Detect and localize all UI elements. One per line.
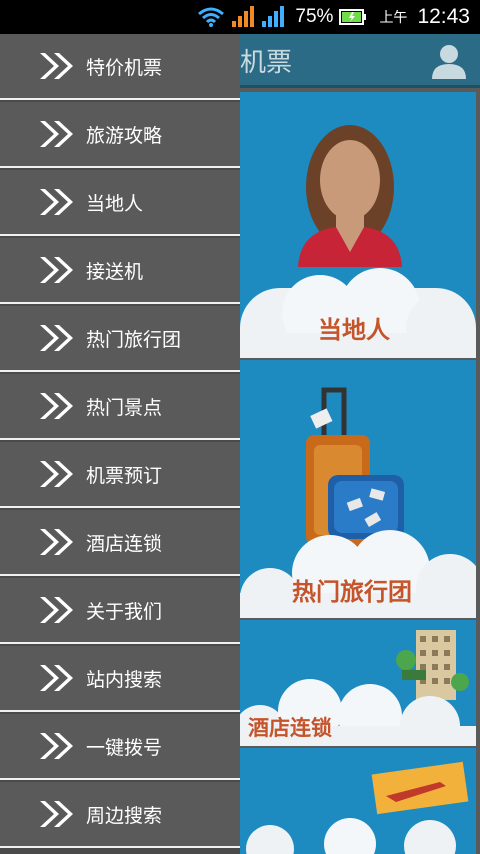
drawer-item-label: 热门景点 [86,396,163,419]
tile-label: 热门旅行团 [292,578,412,606]
drawer-item-label: 接送机 [86,260,144,283]
double-chevron-right-icon [40,733,73,759]
drawer-item-label: 特价机票 [86,56,163,79]
double-chevron-right-icon [40,461,73,487]
double-chevron-right-icon [40,325,73,351]
drawer-item[interactable]: 机票预订 [0,442,240,508]
drawer-item[interactable]: 周边搜索 [0,782,240,848]
navigation-drawer: 特价机票旅游攻略当地人接送机热门旅行团热门景点机票预订酒店连锁关于我们站内搜索一… [0,34,240,854]
drawer-item[interactable]: 热门景点 [0,374,240,440]
user-icon[interactable] [430,42,468,80]
drawer-item-label: 站内搜索 [86,668,163,691]
drawer-item-label: 一键拨号 [86,736,163,759]
double-chevron-right-icon [40,257,73,283]
double-chevron-right-icon [40,801,73,827]
signal-icon [232,6,255,27]
drawer-item[interactable]: 当地人 [0,170,240,236]
drawer-item-label: 当地人 [86,192,144,215]
ampm-label: 上午 [379,10,408,26]
drawer-item[interactable]: 站内搜索 [0,646,240,712]
tile-tour-groups[interactable]: 热门旅行团 [240,360,476,618]
drawer-item[interactable]: 酒店连锁 [0,510,240,576]
clock: 12:43 [417,5,470,28]
double-chevron-right-icon [40,53,73,79]
drawer-item[interactable]: 接送机 [0,238,240,304]
wifi-icon [198,7,225,27]
status-bar: 75% 上午 12:43 [0,0,480,34]
tile-label: 当地人 [318,316,390,344]
drawer-item-label: 机票预订 [86,464,163,487]
double-chevron-right-icon [40,529,73,555]
cloud-decoration [246,818,456,854]
page-title: 机票 [240,48,293,78]
double-chevron-right-icon [40,665,73,691]
tile-locals[interactable]: 当地人 [240,92,476,358]
drawer-item-label: 关于我们 [86,600,163,623]
double-chevron-right-icon [40,121,73,147]
tile-hotel-chain[interactable]: 酒店连锁 [240,620,476,746]
battery-icon [339,9,367,25]
signal-icon [262,6,285,27]
drawer-item-label: 酒店连锁 [86,532,163,555]
drawer-item[interactable]: 旅游攻略 [0,102,240,168]
drawer-item[interactable]: 特价机票 [0,34,240,100]
drawer-item-label: 旅游攻略 [86,124,163,147]
tile-label: 酒店连锁 [248,716,332,740]
drawer-item[interactable]: 一键拨号 [0,714,240,780]
drawer-item[interactable]: 关于我们 [0,578,240,644]
drawer-item[interactable]: 热门旅行团 [0,306,240,372]
double-chevron-right-icon [40,189,73,215]
drawer-item-label: 周边搜索 [86,804,163,827]
double-chevron-right-icon [40,393,73,419]
tile-flight-tickets[interactable] [240,748,476,854]
drawer-item-label: 热门旅行团 [86,328,182,351]
double-chevron-right-icon [40,597,73,623]
battery-percent: 75% [295,6,334,27]
